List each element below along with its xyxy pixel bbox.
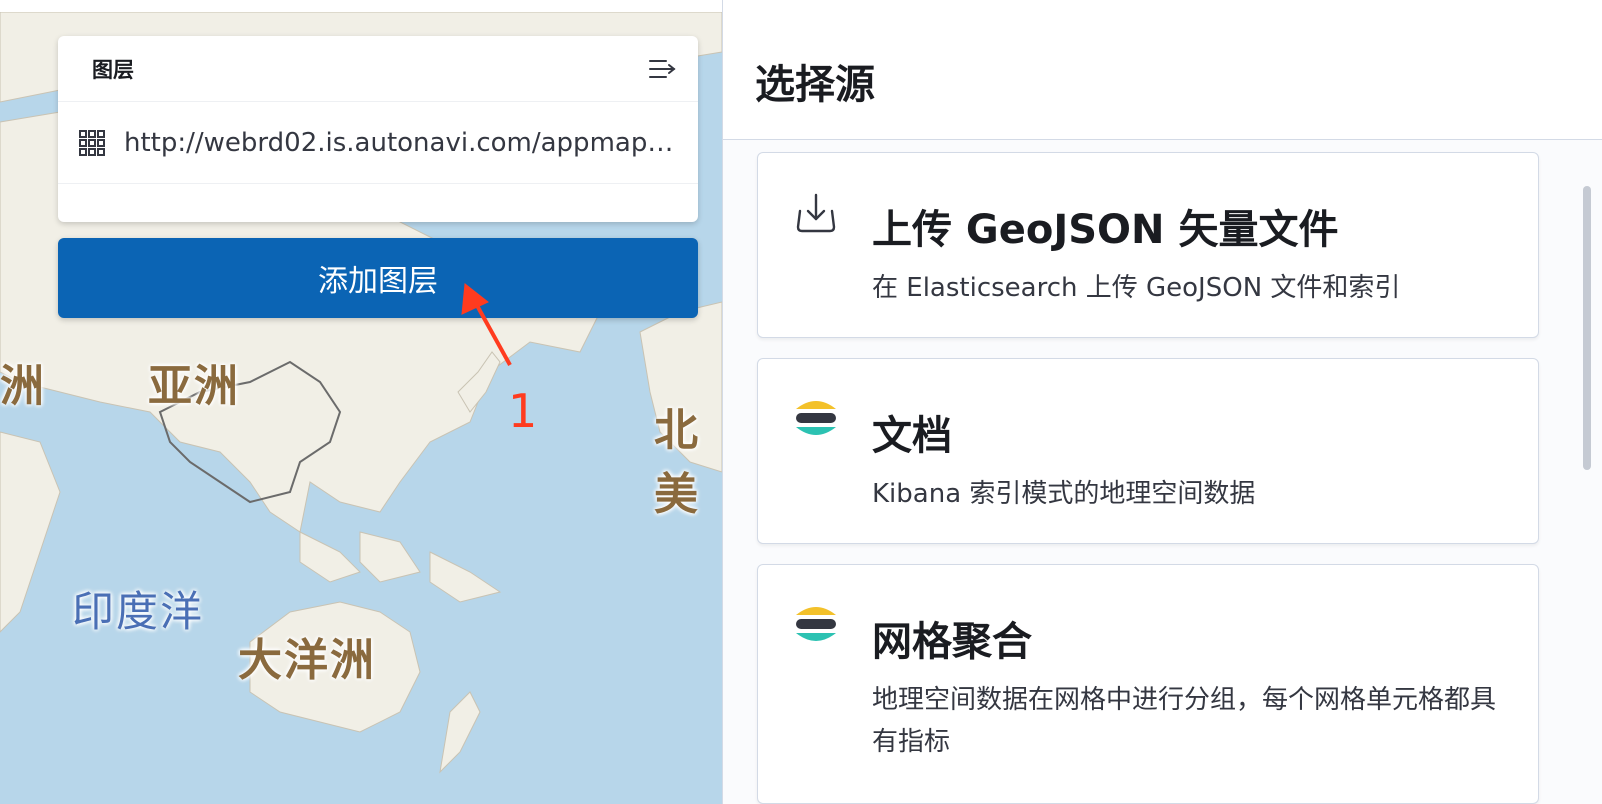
flyout-title: 选择源 — [755, 62, 875, 108]
elastic-logo-icon — [796, 401, 836, 435]
flyout-header: 选择源 — [723, 0, 1602, 140]
annotation-number-1: 1 — [508, 384, 538, 438]
grid-icon — [79, 129, 105, 156]
map-label-asia: 亚洲 — [148, 361, 240, 412]
layer-row[interactable]: http://webrd02.is.autonavi.com/appmaptil… — [58, 102, 698, 184]
source-card-description: 地理空间数据在网格中进行分组，每个网格单元格都具有指标 — [872, 685, 1497, 757]
flyout-body: 上传 GeoJSON 矢量文件 在 Elasticsearch 上传 GeoJS… — [723, 140, 1602, 804]
collapse-menu-icon[interactable] — [648, 57, 678, 81]
source-card-title: 网格聚合 — [872, 619, 1032, 665]
elastic-logo-icon — [796, 607, 836, 641]
upload-icon — [796, 193, 836, 233]
map-label-indian-ocean: 印度洋 — [72, 587, 205, 636]
add-layer-button[interactable]: 添加图层 — [58, 238, 698, 318]
map-label-north-america: 北美 — [654, 405, 700, 520]
select-source-flyout: 选择源 上传 GeoJSON 矢量文件 在 Elasticsearch 上传 G… — [722, 0, 1602, 804]
layers-panel: 图层 http://webrd02.is.autonavi.com/appmap… — [58, 36, 698, 222]
layer-name[interactable]: http://webrd02.is.autonavi.com/appmaptil… — [124, 128, 674, 158]
map-label-oceania: 大洋洲 — [238, 635, 376, 686]
source-card-description: 在 Elasticsearch 上传 GeoJSON 文件和索引 — [872, 273, 1401, 303]
layers-header: 图层 — [58, 36, 698, 102]
source-card-documents[interactable]: 文档 Kibana 索引模式的地理空间数据 — [757, 358, 1539, 544]
map-label-europe: 洲 — [0, 361, 46, 412]
source-card-title: 上传 GeoJSON 矢量文件 — [872, 207, 1339, 253]
source-card-description: Kibana 索引模式的地理空间数据 — [872, 479, 1256, 509]
map-top-strip — [0, 0, 722, 12]
layers-title: 图层 — [92, 57, 134, 82]
source-card-title: 文档 — [872, 413, 952, 459]
flyout-scrollbar[interactable] — [1583, 186, 1591, 470]
source-card-grid-aggregation[interactable]: 网格聚合 地理空间数据在网格中进行分组，每个网格单元格都具有指标 — [757, 564, 1539, 804]
source-card-upload-geojson[interactable]: 上传 GeoJSON 矢量文件 在 Elasticsearch 上传 GeoJS… — [757, 152, 1539, 338]
